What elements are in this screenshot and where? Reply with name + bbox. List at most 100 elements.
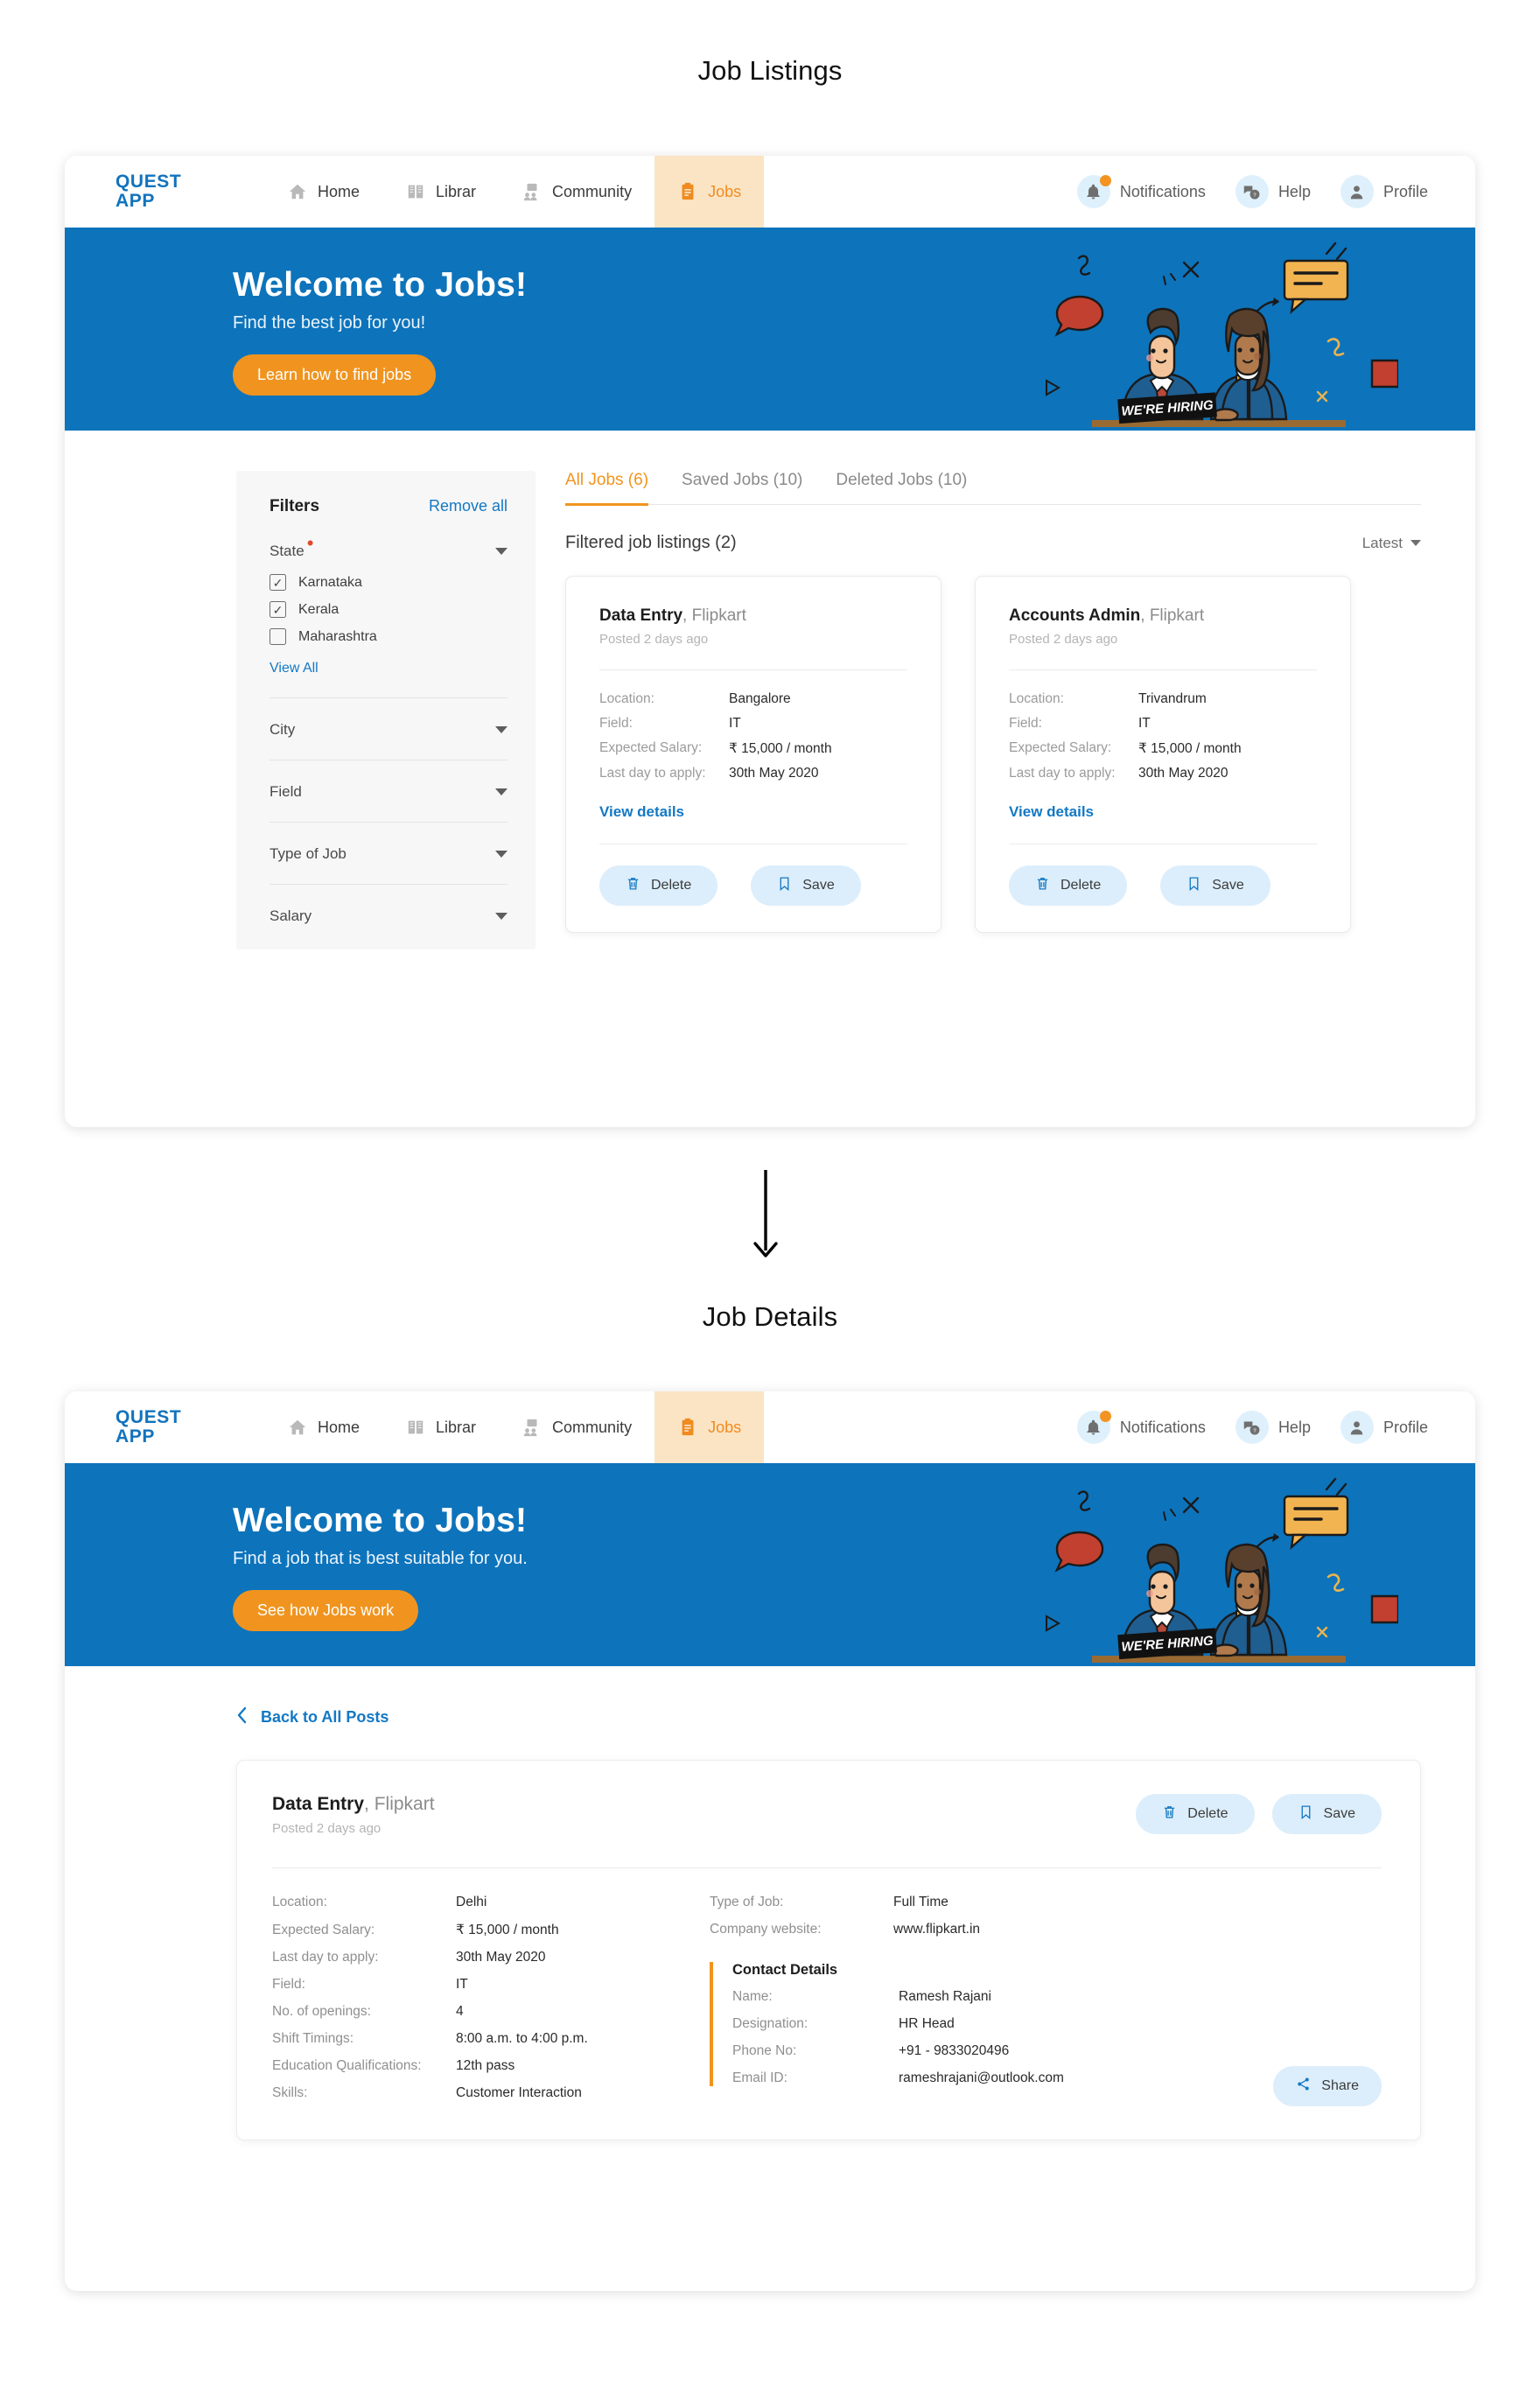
job-card-actions: Delete Save xyxy=(599,865,907,906)
tab-saved-jobs[interactable]: Saved Jobs (10) xyxy=(682,471,802,504)
filter-group-type-of-job[interactable]: Type of Job xyxy=(270,823,508,863)
required-dot: • xyxy=(306,532,314,555)
back-to-all-posts-link[interactable]: Back to All Posts xyxy=(65,1666,1475,1728)
bell-icon xyxy=(1076,1411,1111,1444)
nav-label-jobs: Jobs xyxy=(708,182,742,200)
sort-dropdown[interactable]: Latest xyxy=(1362,535,1421,552)
nav-item-notifications[interactable]: Notifications xyxy=(1076,175,1206,208)
hiring-illustration: WE'RE HIRING xyxy=(1031,228,1400,431)
chevron-down-icon[interactable] xyxy=(495,726,508,733)
primary-nav: Home Librar Community Jobs xyxy=(264,1391,765,1463)
user-icon xyxy=(1340,175,1374,208)
book-icon xyxy=(405,1417,426,1438)
tab-all-jobs[interactable]: All Jobs (6) xyxy=(565,471,649,506)
delete-button[interactable]: Delete xyxy=(1009,865,1128,906)
delete-button[interactable]: Delete xyxy=(1136,1794,1255,1834)
save-button[interactable]: Save xyxy=(1271,1794,1382,1834)
view-details-link[interactable]: View details xyxy=(1009,803,1094,821)
delete-button[interactable]: Delete xyxy=(599,865,718,906)
book-icon xyxy=(405,181,426,202)
nav-item-notifications[interactable]: Notifications xyxy=(1076,1411,1206,1444)
company-website-link[interactable]: www.flipkart.in xyxy=(893,1922,1382,1937)
field-value: 12th pass xyxy=(456,2058,515,2073)
nav-item-jobs[interactable]: Jobs xyxy=(654,156,765,228)
nav-item-home[interactable]: Home xyxy=(264,156,382,228)
learn-how-to-find-jobs-button[interactable]: Learn how to find jobs xyxy=(233,354,437,396)
field-key: Skills: xyxy=(272,2085,308,2100)
view-details-link[interactable]: View details xyxy=(599,803,684,821)
see-how-jobs-work-button[interactable]: See how Jobs work xyxy=(233,1590,419,1631)
job-details-card: Data Entry, Flipkart Posted 2 days ago D… xyxy=(236,1760,1421,2140)
home-icon xyxy=(287,181,308,202)
chevron-down-icon[interactable] xyxy=(495,788,508,795)
back-label: Back to All Posts xyxy=(261,1708,389,1726)
view-all-states-link[interactable]: View All xyxy=(270,661,318,676)
details-actions: Delete Save xyxy=(1136,1794,1382,1834)
notification-badge xyxy=(1099,1411,1111,1422)
checkbox-karnataka[interactable]: ✓ Karnataka xyxy=(270,574,508,591)
field-key: Company website: xyxy=(710,1922,822,1937)
nav-item-jobs[interactable]: Jobs xyxy=(654,1391,765,1463)
state-checkbox-list: ✓ Karnataka ✓ Kerala Maharashtra xyxy=(270,574,508,645)
nav-label-profile: Profile xyxy=(1382,1418,1428,1436)
field-value: IT xyxy=(1138,716,1151,731)
remove-all-filters-link[interactable]: Remove all xyxy=(429,497,508,515)
nav-label-community: Community xyxy=(552,1418,633,1436)
nav-item-community[interactable]: Community xyxy=(499,1391,654,1463)
save-button[interactable]: Save xyxy=(1160,865,1270,906)
save-button[interactable]: Save xyxy=(751,865,861,906)
trash-icon xyxy=(626,876,640,895)
field-value: Customer Interaction xyxy=(456,2085,582,2100)
nav-item-library[interactable]: Librar xyxy=(382,1391,499,1463)
details-left-fields: Location: Delhi Expected Salary: ₹ 15,00… xyxy=(272,1895,683,2101)
checkbox-kerala[interactable]: ✓ Kerala xyxy=(270,601,508,618)
filter-group-field[interactable]: Field xyxy=(270,760,508,801)
filter-group-salary[interactable]: Salary xyxy=(270,885,508,925)
nav-label-help: Help xyxy=(1278,1418,1311,1436)
chevron-down-icon[interactable] xyxy=(495,913,508,920)
filter-group-state: State • ✓ Karnataka ✓ Kerala Maharashtra… xyxy=(270,516,508,676)
details-company: Flipkart xyxy=(374,1794,435,1814)
nav-item-library[interactable]: Librar xyxy=(382,156,499,228)
nav-item-help[interactable]: ? Help xyxy=(1235,175,1311,208)
job-card-title: Data Entry, Flipkart xyxy=(599,606,907,626)
nav-item-help[interactable]: ? Help xyxy=(1235,1411,1311,1444)
filter-group-city[interactable]: City xyxy=(270,698,508,739)
nav-label-notifications: Notifications xyxy=(1119,1418,1206,1436)
chevron-down-icon[interactable] xyxy=(495,851,508,858)
nav-label-library: Librar xyxy=(436,1418,477,1436)
share-button[interactable]: Share xyxy=(1273,2066,1382,2106)
nav-item-profile[interactable]: Profile xyxy=(1340,1411,1428,1444)
details-left-column: Location: Delhi Expected Salary: ₹ 15,00… xyxy=(272,1895,683,2101)
checkbox-maharashtra[interactable]: Maharashtra xyxy=(270,628,508,645)
field-value: Ramesh Rajani xyxy=(899,1989,991,2004)
nav-item-community[interactable]: Community xyxy=(499,156,654,228)
filters-header: Filters Remove all xyxy=(270,497,508,516)
details-role: Data Entry xyxy=(272,1794,365,1814)
navbar-details: QUEST APP Home Librar Community Jobs Not… xyxy=(65,1391,1475,1463)
job-listings-panel: QUEST APP Home Librar Community Jobs Not… xyxy=(65,156,1475,1127)
nav-item-home[interactable]: Home xyxy=(264,1391,382,1463)
field-value: 30th May 2020 xyxy=(456,1950,546,1965)
nav-label-library: Librar xyxy=(436,182,477,200)
filter-state-toggle[interactable]: State • xyxy=(270,534,508,560)
divider xyxy=(599,669,907,670)
app-logo[interactable]: QUEST APP xyxy=(65,156,222,228)
field-value: 30th May 2020 xyxy=(1138,766,1228,781)
nav-item-profile[interactable]: Profile xyxy=(1340,175,1428,208)
details-body: Location: Delhi Expected Salary: ₹ 15,00… xyxy=(272,1895,1382,2101)
field-value: +91 - 9833020496 xyxy=(899,2043,1010,2058)
job-card-accounts-admin[interactable]: Accounts Admin, Flipkart Posted 2 days a… xyxy=(975,576,1351,933)
details-card-header: Data Entry, Flipkart Posted 2 days ago D… xyxy=(272,1794,1382,1836)
app-logo[interactable]: QUEST APP xyxy=(65,1391,222,1463)
field-key: Expected Salary: xyxy=(599,740,703,755)
job-card-role: Accounts Admin xyxy=(1009,606,1141,625)
job-card-role: Data Entry xyxy=(599,606,683,625)
nav-label-help: Help xyxy=(1278,182,1311,200)
job-card-data-entry[interactable]: Data Entry, Flipkart Posted 2 days ago L… xyxy=(565,576,942,933)
chevron-down-icon[interactable] xyxy=(495,548,508,555)
community-icon xyxy=(522,181,542,202)
delete-label: Delete xyxy=(1187,1806,1228,1821)
field-key: Field: xyxy=(599,716,633,731)
tab-deleted-jobs[interactable]: Deleted Jobs (10) xyxy=(836,471,967,504)
